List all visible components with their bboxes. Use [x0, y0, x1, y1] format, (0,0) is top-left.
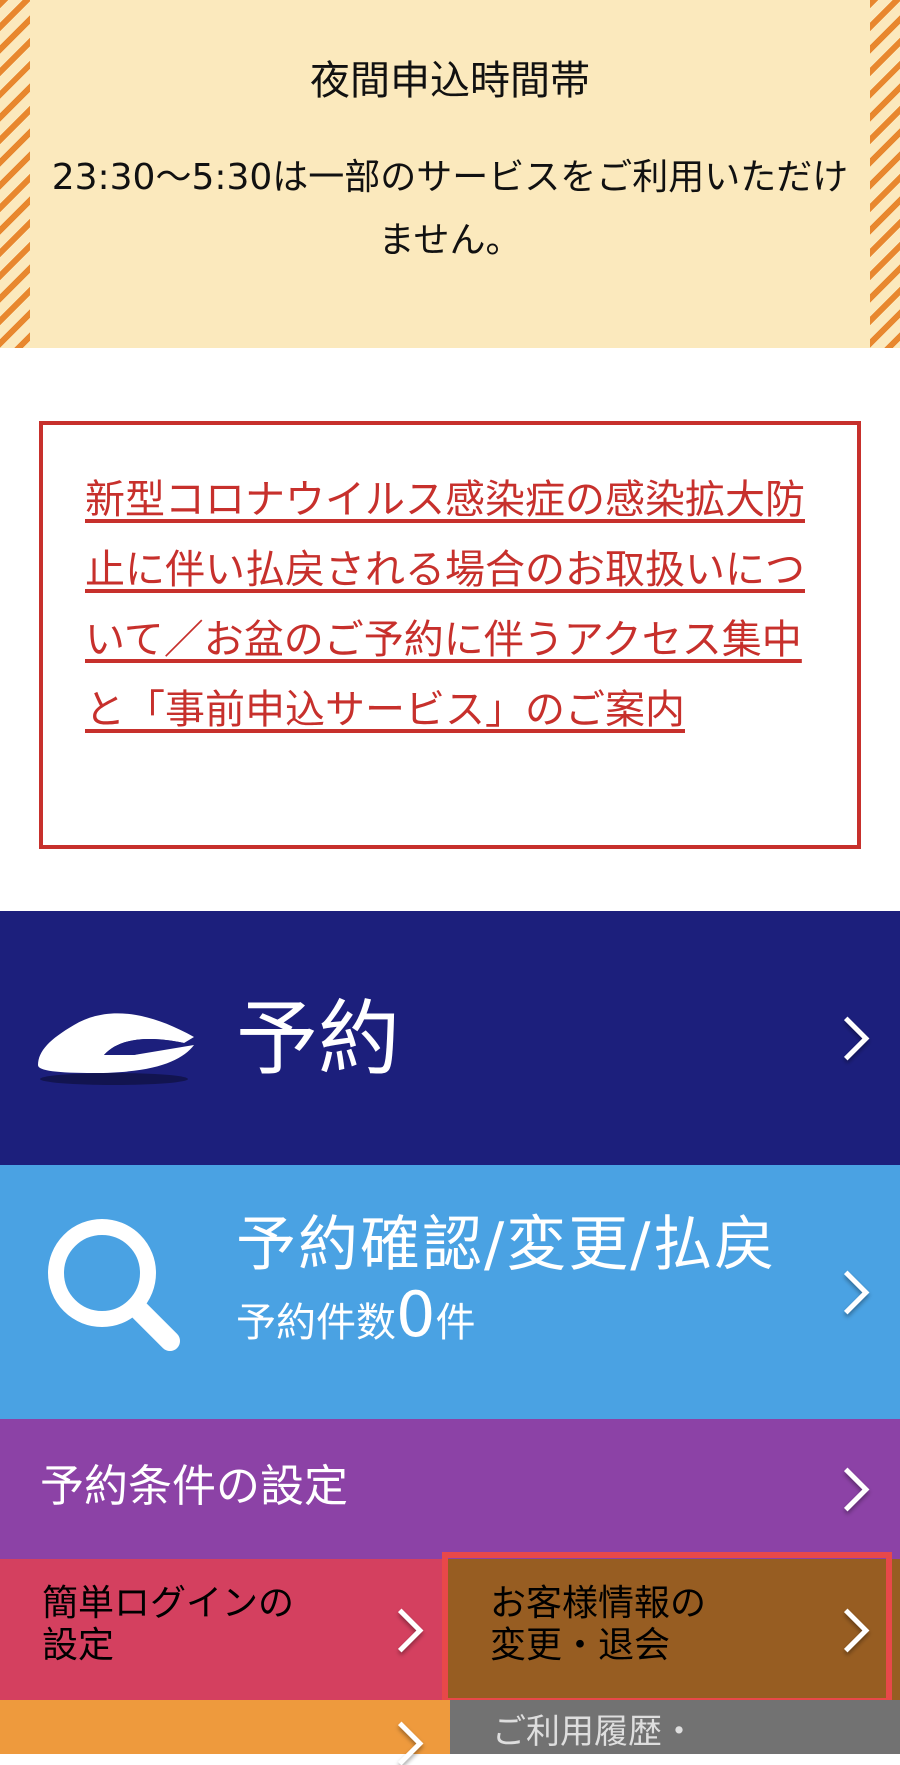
reservation-conditions-button[interactable]: 予約条件の設定 — [0, 1419, 900, 1559]
reservation-conditions-label: 予約条件の設定 — [40, 1461, 348, 1512]
reservation-count-suffix: 件 — [435, 1300, 476, 1346]
bottom-left-tile[interactable] — [0, 1700, 450, 1765]
reserve-label: 予約 — [236, 992, 401, 1087]
usage-history-button[interactable]: ご利用履歴・ — [450, 1700, 900, 1754]
night-notice-title: 夜間申込時間帯 — [310, 58, 590, 104]
reservation-confirm-button[interactable]: 予約確認/変更/払戻 予約件数0件 — [0, 1165, 900, 1419]
chevron-right-icon — [825, 1016, 870, 1061]
chevron-right-icon — [379, 1721, 424, 1765]
reserve-button[interactable]: 予約 — [0, 911, 900, 1165]
easy-login-settings-label: 簡単ログインの 設定 — [42, 1583, 294, 1667]
reservation-count: 予約件数0件 — [236, 1284, 476, 1353]
covid-notice-box: 新型コロナウイルス感染症の感染拡大防止に伴い払戻される場合のお取扱いについて／お… — [39, 421, 861, 849]
search-icon — [48, 1219, 180, 1351]
shinkansen-train-icon — [38, 1013, 194, 1085]
reservation-count-prefix: 予約件数 — [236, 1300, 396, 1346]
chevron-right-icon — [825, 1467, 870, 1512]
reservation-confirm-label: 予約確認/変更/払戻 — [236, 1210, 777, 1280]
easy-login-label-line2: 設定 — [42, 1625, 115, 1666]
usage-history-label: ご利用履歴・ — [492, 1712, 696, 1752]
easy-login-label-line1: 簡単ログインの — [42, 1583, 295, 1624]
chevron-right-icon — [379, 1608, 424, 1653]
reservation-count-value: 0 — [396, 1278, 436, 1351]
highlight-frame — [442, 1552, 892, 1704]
easy-login-settings-button[interactable]: 簡単ログインの 設定 — [0, 1559, 442, 1700]
night-notice-banner: 夜間申込時間帯 23:30〜5:30は一部のサービスをご利用いただけません。 — [0, 0, 900, 348]
covid-notice-link[interactable]: 新型コロナウイルス感染症の感染拡大防止に伴い払戻される場合のお取扱いについて／お… — [85, 465, 805, 745]
chevron-right-icon — [825, 1270, 870, 1315]
night-notice-body: 23:30〜5:30は一部のサービスをご利用いただけません。 — [51, 157, 849, 261]
